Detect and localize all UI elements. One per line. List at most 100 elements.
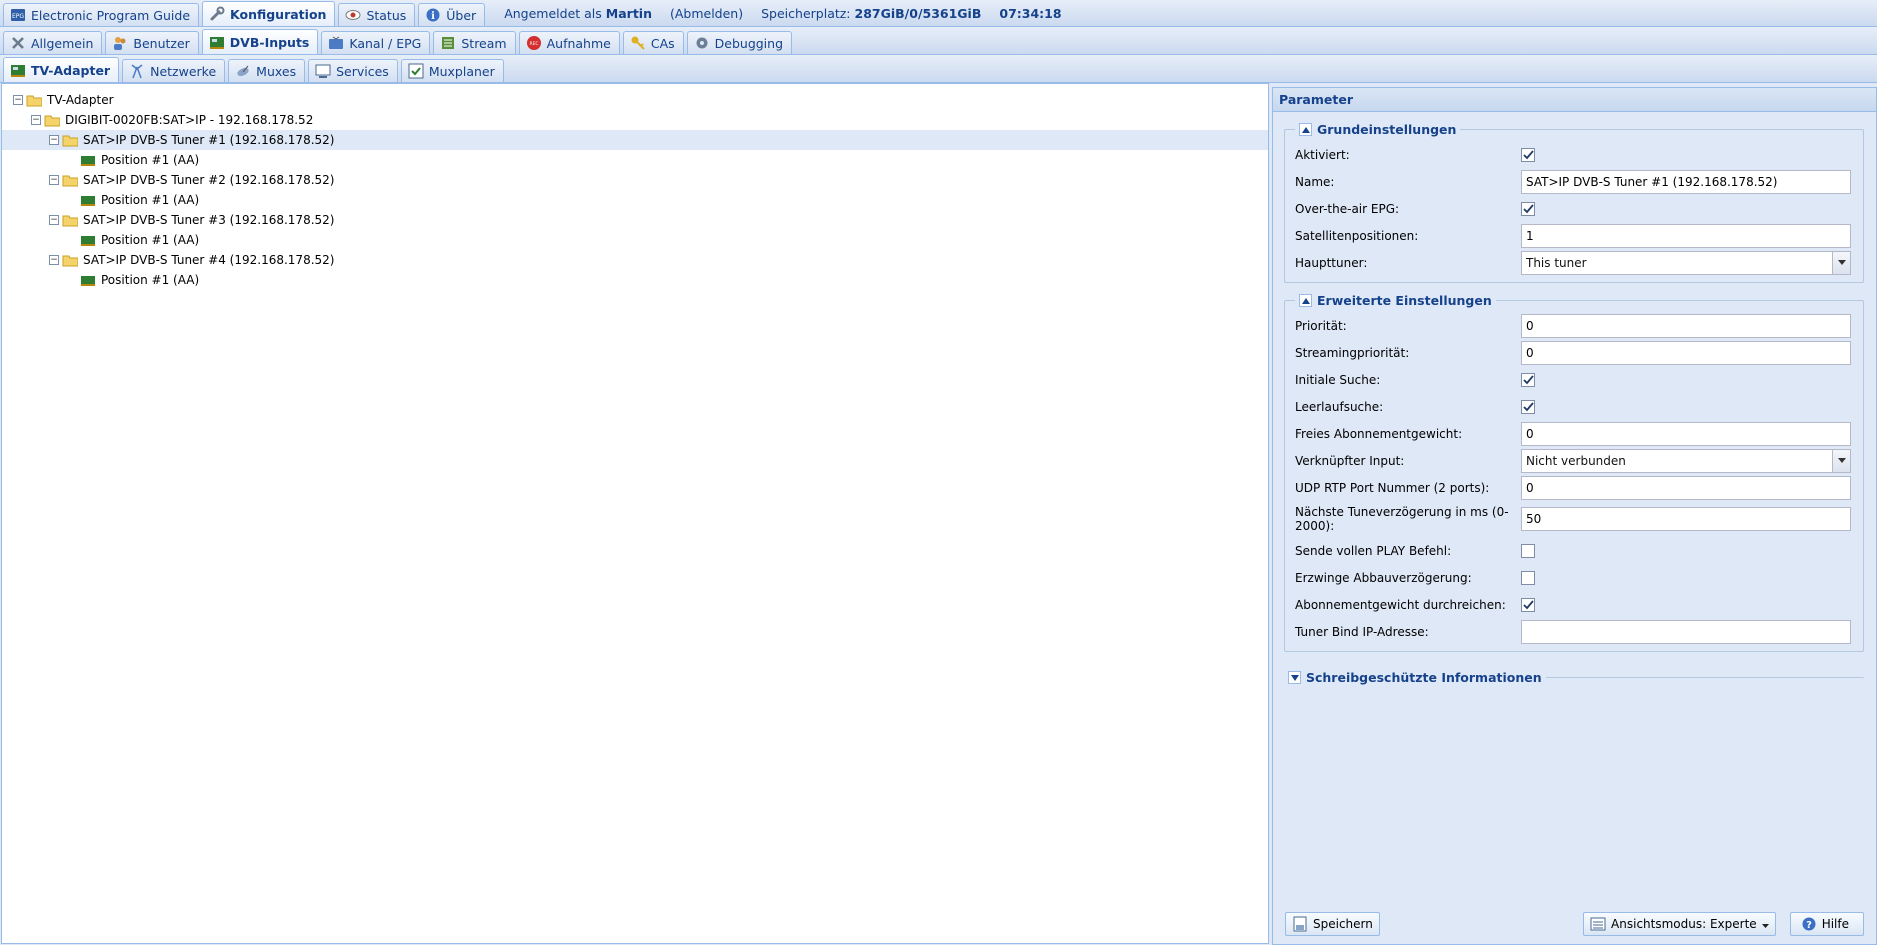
- session-info: Angemeldet als Martin (Abmelden) Speiche…: [504, 5, 1062, 21]
- collapse-icon[interactable]: −: [49, 175, 59, 185]
- tab-muxplaner[interactable]: Muxplaner: [400, 59, 504, 82]
- card-icon: [209, 34, 225, 50]
- check-icon: [408, 63, 424, 79]
- tab-dvb-inputs[interactable]: DVB-Inputs: [201, 29, 319, 54]
- tree-position[interactable]: Position #1 (AA): [2, 270, 1268, 290]
- checkmark-icon: [1522, 203, 1534, 213]
- help-icon: ?: [1801, 916, 1817, 932]
- view-mode-button[interactable]: Ansichtsmodus: Experte: [1583, 912, 1776, 936]
- checkmark-icon: [1522, 599, 1534, 609]
- name-field[interactable]: [1521, 169, 1851, 194]
- tune-delay-field[interactable]: [1521, 507, 1851, 531]
- folder-open-icon: [62, 172, 78, 188]
- card-icon: [10, 62, 26, 78]
- collapse-icon[interactable]: −: [49, 255, 59, 265]
- antenna-icon: [129, 63, 145, 79]
- free-weight-field[interactable]: [1521, 421, 1851, 446]
- svg-text:REC: REC: [529, 41, 538, 47]
- satellite-icon: [235, 63, 251, 79]
- chevron-down-icon[interactable]: [1832, 449, 1850, 472]
- users-icon: [112, 35, 128, 51]
- folder-open-icon: [62, 132, 78, 148]
- checkmark-icon: [1522, 374, 1534, 384]
- tree-position[interactable]: Position #1 (AA): [2, 150, 1268, 170]
- storage-value: 287GiB/0/5361GiB: [854, 5, 982, 21]
- parameter-panel: Parameter Grundeinstellungen Aktiviert: …: [1272, 87, 1877, 945]
- tab-status[interactable]: Status: [338, 3, 416, 26]
- tab-muxes[interactable]: Muxes: [228, 59, 306, 82]
- checkmark-icon: [1522, 401, 1534, 411]
- tab-allgemein[interactable]: Allgemein: [3, 31, 103, 54]
- tree-position[interactable]: Position #1 (AA): [2, 230, 1268, 250]
- tree-tuner[interactable]: − SAT>IP DVB-S Tuner #4 (192.168.178.52): [2, 250, 1268, 270]
- bug-icon: [694, 35, 710, 51]
- tree-tuner[interactable]: − SAT>IP DVB-S Tuner #3 (192.168.178.52): [2, 210, 1268, 230]
- tree-tuner[interactable]: − SAT>IP DVB-S Tuner #2 (192.168.178.52): [2, 170, 1268, 190]
- tree-root[interactable]: − TV-Adapter: [2, 90, 1268, 110]
- collapse-icon[interactable]: −: [49, 215, 59, 225]
- tab-ueber[interactable]: i Über: [418, 3, 486, 26]
- adapter-tree: − TV-Adapter − DIGIBIT-0020FB:SAT>IP - 1…: [1, 83, 1269, 944]
- epg-icon: EPG: [10, 7, 26, 23]
- linked-input-select[interactable]: Nicht verbunden: [1521, 448, 1851, 473]
- collapse-icon[interactable]: −: [49, 135, 59, 145]
- tab-cas[interactable]: CAs: [622, 31, 684, 54]
- chevron-down-icon: [1761, 917, 1769, 931]
- tab-tv-adapter[interactable]: TV-Adapter: [3, 57, 120, 82]
- teardown-delay-checkbox[interactable]: [1521, 570, 1535, 585]
- satpos-field[interactable]: [1521, 223, 1851, 248]
- stream-icon: [440, 35, 456, 51]
- bind-ip-field[interactable]: [1521, 619, 1851, 644]
- collapse-icon[interactable]: −: [13, 95, 23, 105]
- tab-debugging[interactable]: Debugging: [686, 31, 793, 54]
- tab-stream[interactable]: Stream: [433, 31, 516, 54]
- tab-aufnahme[interactable]: REC Aufnahme: [518, 31, 620, 54]
- logout-link[interactable]: (Abmelden): [670, 6, 743, 21]
- expand-down-icon[interactable]: [1288, 671, 1301, 684]
- initial-scan-checkbox[interactable]: [1521, 372, 1535, 387]
- full-play-checkbox[interactable]: [1521, 543, 1535, 558]
- view-list-icon: [1590, 916, 1606, 932]
- checkmark-icon: [1522, 149, 1534, 159]
- tab-kanal-epg[interactable]: Kanal / EPG: [321, 31, 431, 54]
- priority-field[interactable]: [1521, 313, 1851, 338]
- parameter-title: Parameter: [1273, 88, 1876, 112]
- idle-scan-checkbox[interactable]: [1521, 399, 1535, 414]
- key-icon: [630, 35, 646, 51]
- tab-benutzer[interactable]: Benutzer: [105, 31, 199, 54]
- tab-services[interactable]: Services: [308, 59, 398, 82]
- card-icon: [80, 232, 96, 248]
- svg-text:EPG: EPG: [12, 13, 24, 20]
- help-button[interactable]: ? Hilfe: [1789, 912, 1864, 936]
- master-tuner-select[interactable]: This tuner: [1521, 250, 1851, 275]
- tree-position[interactable]: Position #1 (AA): [2, 190, 1268, 210]
- streaming-priority-field[interactable]: [1521, 340, 1851, 365]
- tools-icon: [10, 35, 26, 51]
- pass-weight-checkbox[interactable]: [1521, 597, 1535, 612]
- collapse-icon[interactable]: −: [31, 115, 41, 125]
- udp-port-field[interactable]: [1521, 475, 1851, 500]
- save-button[interactable]: Speichern: [1285, 912, 1380, 936]
- tree-tuner[interactable]: − SAT>IP DVB-S Tuner #1 (192.168.178.52): [2, 130, 1268, 150]
- card-icon: [80, 192, 96, 208]
- basic-settings: Grundeinstellungen Aktiviert: Name: Over…: [1284, 122, 1864, 283]
- chevron-down-icon[interactable]: [1832, 251, 1850, 274]
- collapse-up-icon[interactable]: [1299, 294, 1312, 307]
- card-icon: [80, 152, 96, 168]
- card-icon: [80, 272, 96, 288]
- tree-device[interactable]: − DIGIBIT-0020FB:SAT>IP - 192.168.178.52: [2, 110, 1268, 130]
- tab-konfiguration[interactable]: Konfiguration: [202, 1, 336, 26]
- top-tabbar: EPG Electronic Program Guide Konfigurati…: [0, 0, 1877, 27]
- record-icon: REC: [526, 35, 542, 51]
- tab-epg[interactable]: EPG Electronic Program Guide: [3, 3, 200, 26]
- folder-open-icon: [62, 212, 78, 228]
- collapse-up-icon[interactable]: [1299, 123, 1312, 136]
- ota-epg-checkbox[interactable]: [1521, 201, 1535, 216]
- enabled-checkbox[interactable]: [1521, 147, 1535, 162]
- config-tabbar: Allgemein Benutzer DVB-Inputs Kanal / EP…: [0, 27, 1877, 55]
- folder-open-icon: [62, 252, 78, 268]
- monitor-icon: [315, 63, 331, 79]
- tab-netzwerke[interactable]: Netzwerke: [122, 59, 226, 82]
- eye-icon: [345, 7, 361, 23]
- readonly-info: Schreibgeschützte Informationen: [1284, 670, 1864, 685]
